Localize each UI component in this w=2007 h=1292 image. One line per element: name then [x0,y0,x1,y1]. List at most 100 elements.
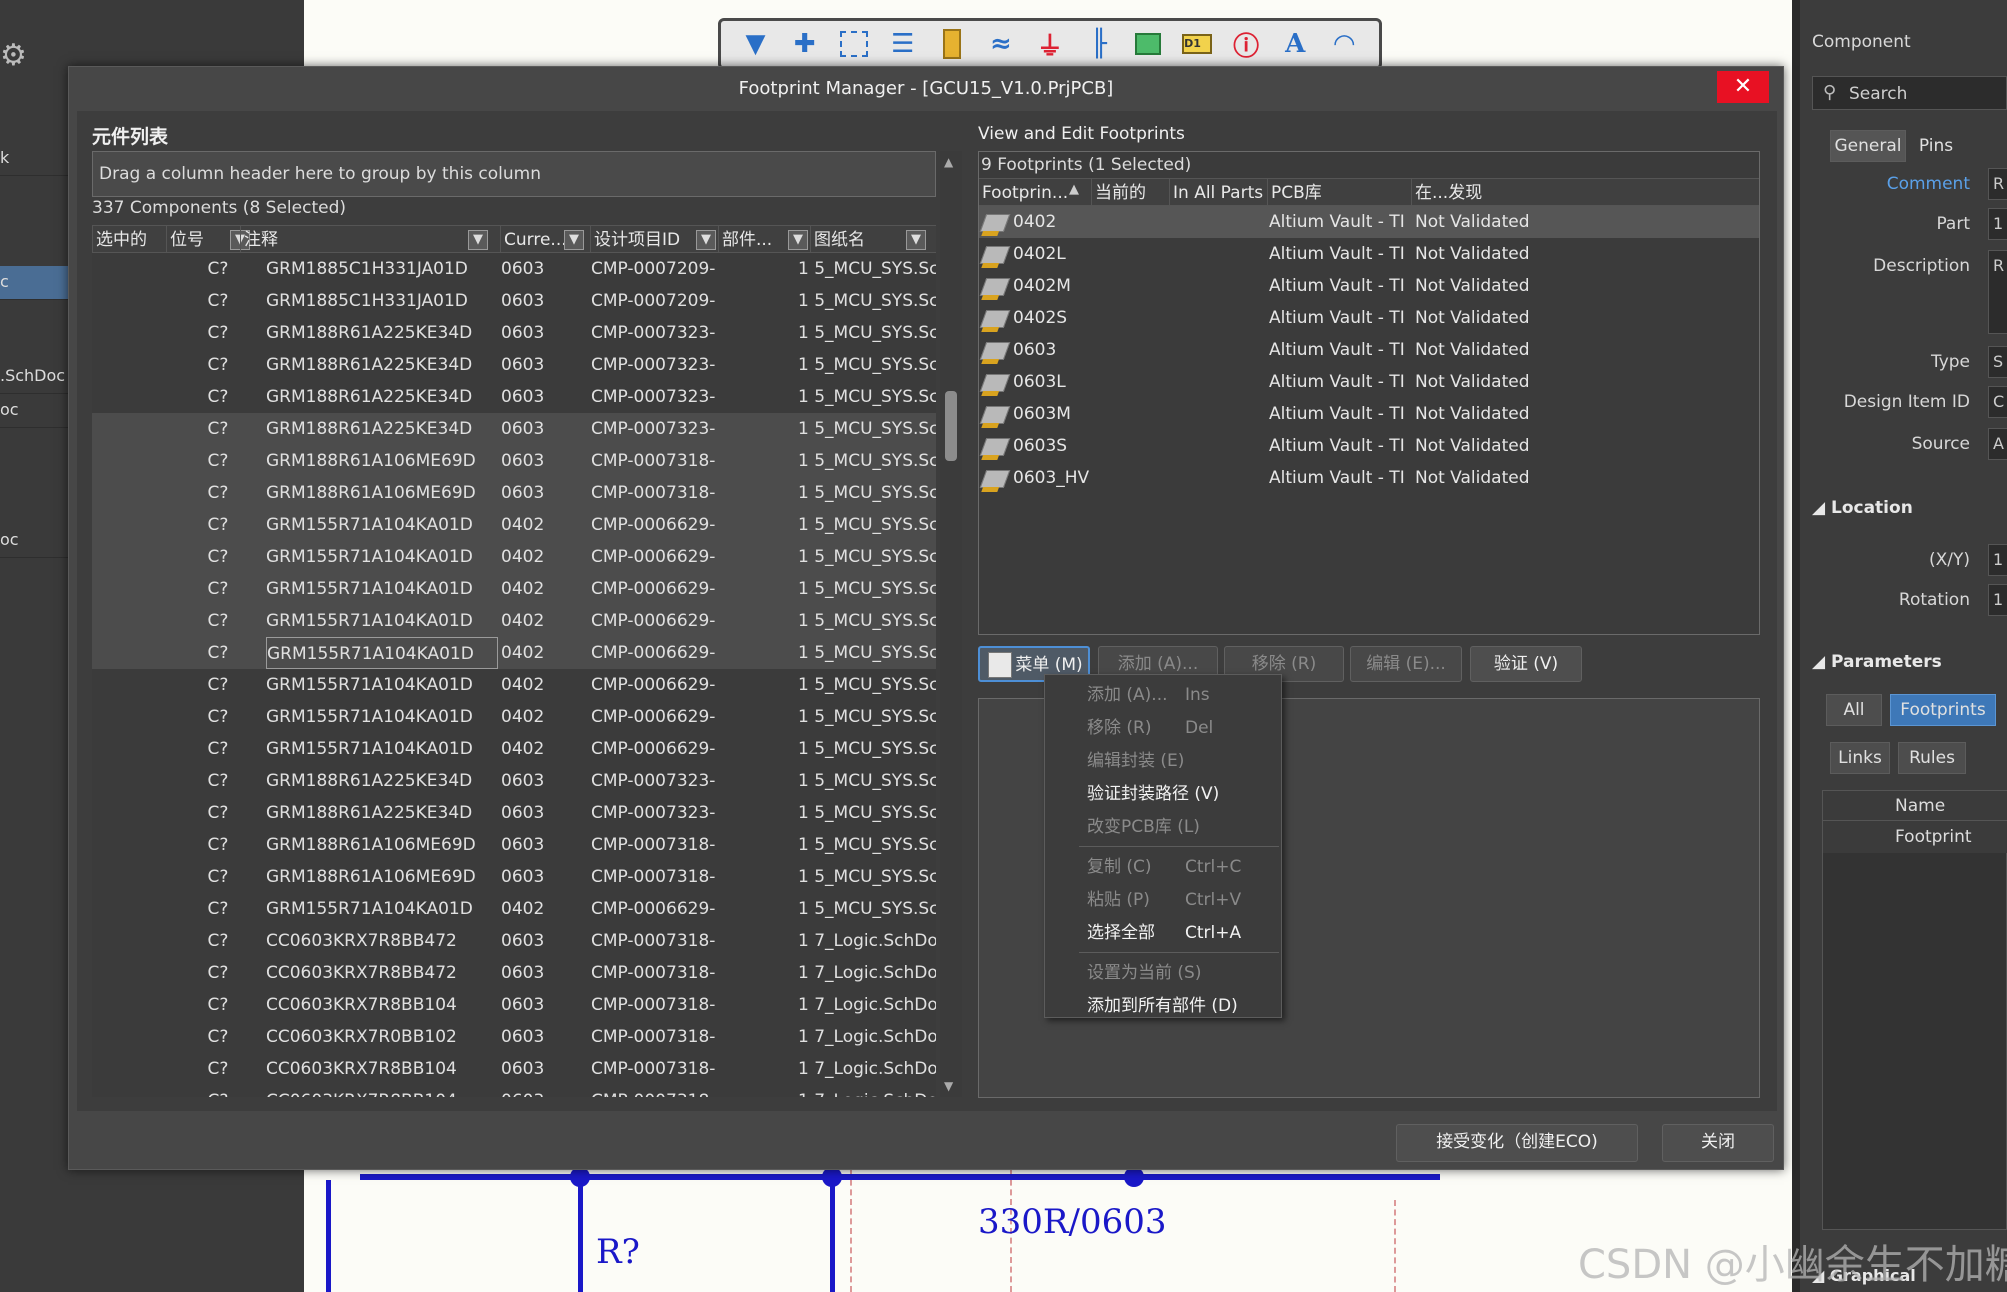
table-row[interactable]: C? GRM188R61A225KE34D 0603 CMP-0007323-5 1 5… [92,381,936,413]
ground-icon[interactable]: ⏚ [1031,25,1069,63]
table-row[interactable]: C? GRM155R71A104KA01D 0402 CMP-0006629-2 1 5… [92,509,936,541]
port-icon[interactable]: D1 [1178,25,1216,63]
footprint-row[interactable]: 0402M Altium Vault - TI Not Validated [979,270,1759,302]
components-scrollbar[interactable]: ▲ ▼ [940,151,962,1097]
table-row[interactable]: C? GRM1885C1H331JA01D 0603 CMP-0007209-4 1 5… [92,285,936,317]
properties-search-input[interactable]: ⚲ Search [1812,76,2007,110]
context-menu-item[interactable]: 设置为当前 (S) [1045,957,1281,990]
accept-changes-button[interactable]: 接受变化（创建ECO) [1396,1124,1638,1162]
table-row[interactable]: C? GRM155R71A104KA01D 0402 CMP-0006629-2 1 5… [92,669,936,701]
context-menu-item[interactable]: 移除 (R) Del [1045,712,1281,745]
footprint-row[interactable]: 0603M Altium Vault - TI Not Validated [979,398,1759,430]
footprint-column-header[interactable]: In All Parts [1169,179,1267,207]
footprint-row[interactable]: 0603 Altium Vault - TI Not Validated [979,334,1759,366]
select-rect-icon[interactable] [835,25,873,63]
property-value-field[interactable]: S [1988,346,2007,378]
components-table[interactable]: C? GRM1885C1H331JA01D 0603 CMP-0007209-4 1 5… [92,253,936,1097]
tab-footprints[interactable]: Footprints [1890,694,1996,726]
close-dialog-button[interactable]: ✕ [1717,71,1769,103]
move-cross-icon[interactable]: ✚ [786,25,824,63]
table-row[interactable]: C? GRM155R71A104KA01D 0402 CMP-0006629-2 1 5… [92,701,936,733]
location-value-field[interactable]: 1 [1988,544,2007,576]
project-tree-item[interactable]: oc [0,524,68,558]
tab-general[interactable]: General [1830,130,1906,162]
scroll-up-icon[interactable]: ▲ [944,155,953,169]
property-value-field[interactable]: 1 [1988,208,2007,240]
context-menu-item[interactable]: 编辑封装 (E) [1045,745,1281,778]
arc-icon[interactable]: ◠ [1325,25,1363,63]
context-menu-item[interactable]: 添加 (A)... Ins [1045,679,1281,712]
footprint-row[interactable]: 0402 Altium Vault - TI Not Validated [979,206,1759,238]
property-value-field[interactable]: A [1988,428,2007,460]
property-value-field[interactable]: C [1988,386,2007,418]
text-icon[interactable]: A [1276,25,1314,63]
parameters-row[interactable]: Footprint [1823,821,2007,853]
table-row[interactable]: C? CC0603KRX7R8BB472 0603 CMP-0007318-5 1 7_… [92,925,936,957]
column-header[interactable]: 位号 [166,226,240,254]
context-menu-item[interactable]: 改变PCB库 (L) [1045,811,1281,844]
table-row[interactable]: C? GRM188R61A106ME69D 0603 CMP-0007318-5 1 5… [92,861,936,893]
components-scrollbar-thumb[interactable] [945,391,957,461]
tab-links[interactable]: Links [1830,742,1890,774]
table-row[interactable]: C? GRM188R61A106ME69D 0603 CMP-0007318-5 1 5… [92,477,936,509]
context-menu-item[interactable]: 粘贴 (P) Ctrl+V [1045,884,1281,917]
column-filter-icon[interactable]: ▼ [788,230,808,250]
location-value-field[interactable]: 1 [1988,584,2007,616]
property-value-field[interactable]: R [1988,250,2007,334]
column-filter-icon[interactable]: ▼ [696,230,716,250]
table-row[interactable]: C? GRM188R61A106ME69D 0603 CMP-0007318-5 1 5… [92,445,936,477]
table-row[interactable]: C? GRM1885C1H331JA01D 0603 CMP-0007209-4 1 5… [92,253,936,285]
footprint-row[interactable]: 0402S Altium Vault - TI Not Validated [979,302,1759,334]
directive-icon[interactable]: ⓘ [1227,25,1265,63]
footprint-row[interactable]: 0603_HV Altium Vault - TI Not Validated [979,462,1759,494]
tab-all[interactable]: All [1826,694,1882,726]
table-row[interactable]: C? GRM188R61A225KE34D 0603 CMP-0007323-5 1 5… [92,413,936,445]
context-menu-item[interactable]: 添加到所有部件 (D) [1045,990,1281,1023]
project-tree-item[interactable]: k [0,142,68,176]
table-row[interactable]: C? GRM188R61A225KE34D 0603 CMP-0007323-5 1 5… [92,349,936,381]
table-row[interactable]: C? GRM155R71A104KA01D 0402 CMP-0006629-2 1 5… [92,637,936,669]
table-row[interactable]: C? GRM155R71A104KA01D 0402 CMP-0006629-2 1 5… [92,733,936,765]
wire-icon[interactable]: ≈ [982,25,1020,63]
table-row[interactable]: C? GRM188R61A225KE34D 0603 CMP-0007323-5 1 5… [92,765,936,797]
project-tree-item[interactable]: c [0,266,68,300]
table-row[interactable]: C?CC0603KRX7R8BB1040603CMP-0007318-51 7_… [92,1085,936,1097]
tab-rules[interactable]: Rules [1898,742,1966,774]
part-icon[interactable] [933,25,971,63]
context-menu-item[interactable]: 复制 (C) Ctrl+C [1045,851,1281,884]
table-row[interactable]: C? GRM188R61A225KE34D 0603 CMP-0007323-5 1 5… [92,317,936,349]
tab-pins[interactable]: Pins [1908,130,1964,162]
project-tree-item[interactable]: oc [0,394,68,428]
footprint-row[interactable]: 0603S Altium Vault - TI Not Validated [979,430,1759,462]
column-filter-icon[interactable]: ▼ [906,230,926,250]
property-value-field[interactable]: R [1988,168,2007,200]
column-header[interactable]: 注释 [240,226,500,254]
footprint-row[interactable]: 0402L Altium Vault - TI Not Validated [979,238,1759,270]
group-by-drop-zone[interactable]: Drag a column header here to group by th… [92,151,936,197]
parameters-section-header[interactable]: ◢ Parameters [1812,652,1942,672]
table-row[interactable]: C?CC0603KRX7R8BB1040603CMP-0007318-51 7_… [92,989,936,1021]
align-icon[interactable]: ☰ [884,25,922,63]
table-row[interactable]: C? GRM188R61A106ME69D 0603 CMP-0007318-5 1 5… [92,829,936,861]
column-filter-icon[interactable]: ▼ [468,230,488,250]
table-row[interactable]: C? GRM155R71A104KA01D 0402 CMP-0006629-2 1 5… [92,573,936,605]
project-tree-item[interactable]: .SchDoc [0,360,68,394]
table-row[interactable]: C? GRM155R71A104KA01D 0402 CMP-0006629-2 1 5… [92,605,936,637]
column-header[interactable]: 选中的 [92,226,166,254]
scroll-down-icon[interactable]: ▼ [944,1079,953,1093]
harness-icon[interactable] [1129,25,1167,63]
table-row[interactable]: C? GRM188R61A225KE34D 0603 CMP-0007323-5 1 5… [92,797,936,829]
context-menu-item[interactable]: 验证封装路径 (V) [1045,778,1281,811]
table-row[interactable]: C? GRM155R71A104KA01D 0402 CMP-0006629-2 1 5… [92,893,936,925]
gear-icon[interactable]: ⚙ [0,38,27,73]
bus-icon[interactable]: ╟ [1080,25,1118,63]
table-row[interactable]: C? CC0603KRX7R0BB102 0603 CMP-0007318-5 1 7_… [92,1021,936,1053]
table-row[interactable]: C? CC0603KRX7R8BB472 0603 CMP-0007318-5 1 7_… [92,957,936,989]
context-menu-item[interactable]: 选择全部 Ctrl+A [1045,917,1281,950]
footprint-row[interactable]: 0603L Altium Vault - TI Not Validated [979,366,1759,398]
column-filter-icon[interactable]: ▼ [564,230,584,250]
footprint-column-header[interactable]: PCB库 [1267,179,1411,207]
validate-button[interactable]: 验证 (V) [1470,646,1582,682]
table-row[interactable]: C?CC0603KRX7R8BB1040603CMP-0007318-51 7_… [92,1053,936,1085]
footprints-table[interactable]: 9 Footprints (1 Selected) Footprin... 当前的… [978,151,1760,635]
